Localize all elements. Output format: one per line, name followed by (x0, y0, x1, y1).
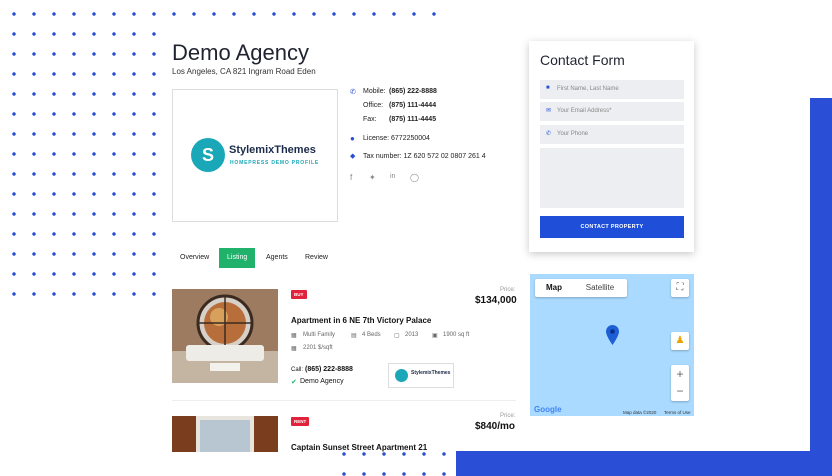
street-view-icon[interactable]: ♟ (671, 332, 689, 350)
email-field[interactable]: ✉ Your Email Address* (540, 102, 684, 121)
linkedin-icon[interactable]: in (390, 173, 395, 180)
year-built: 2013 (405, 332, 419, 338)
user-icon: ■ (546, 85, 550, 91)
contact-form-title: Contact Form (540, 52, 625, 68)
location-pin-icon[interactable] (606, 325, 619, 345)
license-icon: ● (350, 134, 355, 143)
mini-logo-mark (395, 369, 408, 382)
office-value[interactable]: (875) 111-4444 (389, 102, 436, 109)
price-per-sqft-icon: ▦ (291, 346, 297, 352)
map-tab[interactable]: Map (535, 279, 573, 297)
logo-text: StylemixThemes (229, 144, 316, 156)
instagram-icon[interactable]: ◯ (410, 173, 419, 182)
badge-rent: RENT (291, 417, 310, 426)
mini-logo-text: StylemixThemes (411, 370, 451, 376)
agency-logo: S StylemixThemes HOMEPRESS DEMO PROFILE (172, 89, 338, 222)
logo-mark: S (191, 138, 225, 172)
beds-count: 4 Beds (362, 332, 381, 338)
contact-form: Contact Form ■ First Name, Last Name ✉ Y… (529, 41, 694, 252)
mobile-label: Mobile: (363, 88, 386, 95)
property-type-icon: ▦ (291, 333, 297, 339)
zoom-in-button[interactable]: + (671, 365, 689, 383)
verified-icon: ✔ (291, 379, 297, 386)
tab-agents[interactable]: Agents (258, 248, 296, 268)
tax-text: Tax number: 1Z 620 572 02 0807 261 4 (363, 153, 486, 160)
price-label: Price: (500, 287, 516, 293)
agency-title: Demo Agency (172, 40, 309, 65)
agency-address: Los Angeles, CA 821 Ingram Road Eden (172, 67, 316, 76)
listing-photo (172, 289, 278, 383)
beds-icon: ▤ (351, 333, 357, 339)
fullscreen-icon[interactable]: ⛶ (671, 279, 689, 297)
phone-field[interactable]: ✆ Your Phone (540, 125, 684, 144)
listing-photo (172, 416, 278, 452)
zoom-control: + − (671, 365, 689, 401)
google-logo: Google (534, 405, 562, 414)
listing-agency[interactable]: Demo Agency (300, 378, 344, 385)
name-field[interactable]: ■ First Name, Last Name (540, 80, 684, 99)
terms-link[interactable]: Terms of Use (664, 410, 691, 415)
listing-divider (172, 400, 516, 401)
listing-image[interactable] (172, 416, 278, 452)
tab-review[interactable]: Review (297, 248, 336, 268)
map-type-toggle: Map Satellite (535, 279, 627, 297)
property-type: Multi Family (303, 332, 336, 338)
email-icon: ✉ (546, 108, 552, 114)
phone-icon: ✆ (350, 89, 356, 96)
call-number[interactable]: (865) 222-8888 (305, 366, 353, 373)
office-label: Office: (363, 102, 384, 109)
twitter-icon[interactable]: ✦ (369, 173, 376, 182)
tag-icon: ◆ (350, 153, 356, 160)
map-data-notice: Map data ©2020 (623, 410, 657, 415)
satellite-tab[interactable]: Satellite (573, 279, 627, 297)
map[interactable]: Map Satellite ⛶ ♟ + − Google Map data ©2… (530, 274, 694, 416)
area: 1900 sq ft (443, 332, 470, 338)
logo-subtitle: HOMEPRESS DEMO PROFILE (230, 160, 319, 166)
license-text: License: 6772250004 (363, 135, 430, 142)
price-label: Price: (500, 413, 516, 419)
price-per-sqft: 2201 $/sqft (303, 345, 333, 351)
message-field[interactable] (540, 148, 684, 208)
mobile-value[interactable]: (865) 222-8888 (389, 88, 437, 95)
calendar-icon: ▢ (394, 333, 400, 339)
area-icon: ▣ (432, 333, 438, 339)
listing-agency-logo[interactable]: StylemixThemes (388, 363, 454, 388)
listing-price: $134,000 (475, 295, 517, 306)
zoom-out-button[interactable]: − (671, 383, 689, 401)
tab-overview[interactable]: Overview (172, 248, 217, 268)
fax-value: (875) 111-4445 (389, 116, 437, 123)
listing-image[interactable] (172, 289, 278, 383)
badge-buy: BUY (291, 290, 307, 299)
listing-price: $840/mo (475, 421, 516, 432)
listing-title[interactable]: Captain Sunset Street Apartment 21 (291, 443, 427, 452)
facebook-icon[interactable]: f (350, 173, 352, 182)
listing-title[interactable]: Apartment in 6 NE 7th Victory Palace (291, 316, 431, 325)
call-label: Call: (291, 367, 304, 373)
tab-listing[interactable]: Listing (219, 248, 256, 268)
fax-label: Fax: (363, 116, 377, 123)
phone-icon: ✆ (546, 131, 552, 137)
contact-property-button[interactable]: CONTACT PROPERTY (540, 216, 684, 238)
